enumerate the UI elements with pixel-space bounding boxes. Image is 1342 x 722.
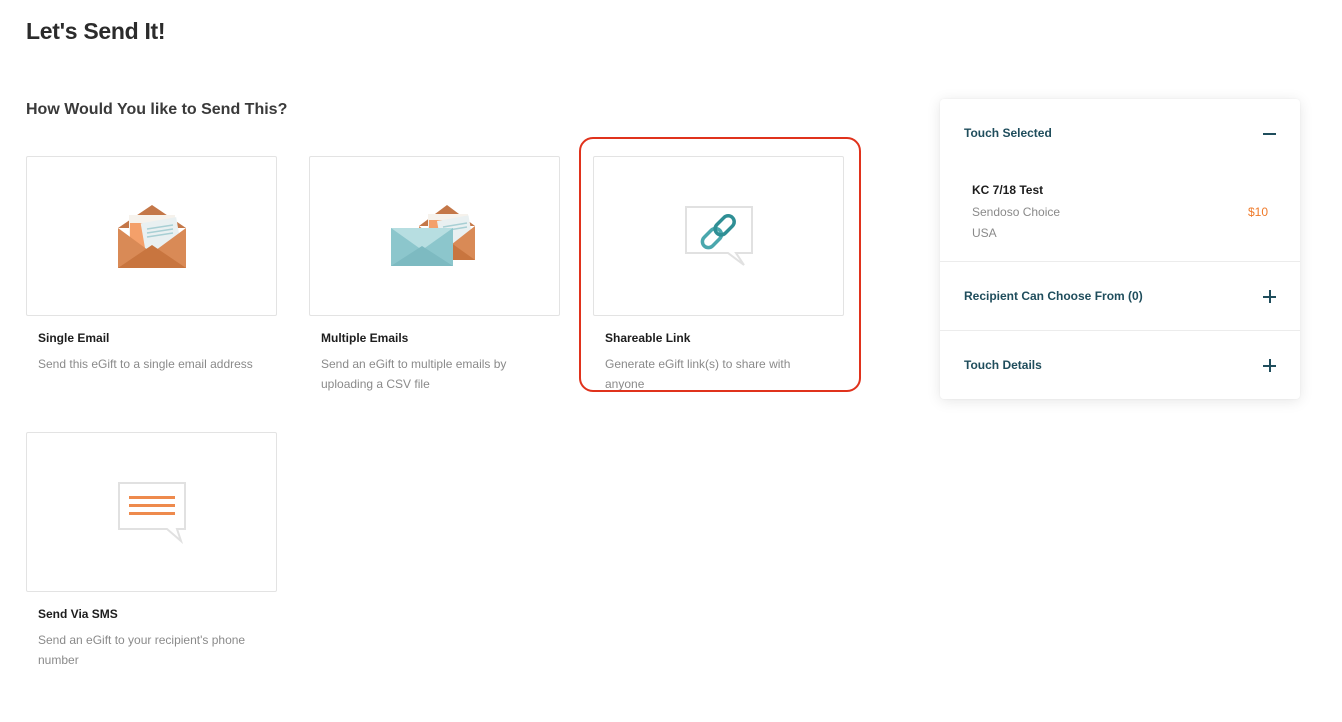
option-thumbnail[interactable] (26, 432, 277, 592)
minus-icon[interactable] (1263, 127, 1276, 140)
multiple-envelopes-icon (390, 205, 475, 266)
option-shareable-link[interactable]: Shareable Link Generate eGift link(s) to… (593, 156, 845, 394)
touch-country: USA (972, 226, 997, 240)
chain-link-icon (684, 206, 753, 266)
accordion-touch-selected[interactable]: Touch Selected (940, 99, 1300, 167)
touch-price: $10 (1247, 205, 1268, 219)
option-thumbnail[interactable] (309, 156, 560, 316)
option-description: Send this eGift to a single email addres… (38, 357, 253, 371)
option-title: Shareable Link (605, 331, 691, 345)
plus-icon[interactable] (1263, 359, 1276, 372)
accordion-label: Touch Details (964, 358, 1042, 372)
option-single-email[interactable]: Single Email Send this eGift to a single… (26, 156, 278, 374)
plus-icon[interactable] (1263, 290, 1276, 303)
section-title: How Would You like to Send This? (26, 101, 288, 118)
accordion-label: Touch Selected (964, 126, 1052, 140)
accordion-recipient-choose[interactable]: Recipient Can Choose From (0) (940, 262, 1300, 330)
option-send-via-sms[interactable]: Send Via SMS Send an eGift to your recip… (26, 432, 278, 670)
sms-message-icon (117, 482, 186, 545)
accordion-touch-details[interactable]: Touch Details (940, 331, 1300, 399)
page-title: Let's Send It! (26, 18, 166, 44)
touch-name: KC 7/18 Test (972, 183, 1044, 197)
option-title: Single Email (38, 331, 110, 345)
page: Let's Send It! How Would You like to Sen… (0, 0, 1342, 722)
touch-vendor: Sendoso Choice (972, 205, 1061, 219)
open-envelope-icon (117, 205, 186, 268)
option-description: Send an eGift to your recipient's phone … (38, 633, 246, 667)
touch-selected-details: KC 7/18 Test Sendoso Choice USA $10 (940, 167, 1300, 261)
option-title: Send Via SMS (38, 607, 118, 621)
option-multiple-emails[interactable]: Multiple Emails Send an eGift to multipl… (309, 156, 561, 394)
summary-panel: Touch Selected KC 7/18 Test Sendoso Choi… (940, 99, 1300, 399)
option-title: Multiple Emails (321, 331, 409, 345)
accordion-label: Recipient Can Choose From (0) (964, 289, 1143, 303)
option-thumbnail[interactable] (26, 156, 277, 316)
option-thumbnail[interactable] (593, 156, 844, 316)
option-description: Generate eGift link(s) to share with any… (605, 357, 791, 391)
option-description: Send an eGift to multiple emails by uplo… (321, 357, 507, 391)
